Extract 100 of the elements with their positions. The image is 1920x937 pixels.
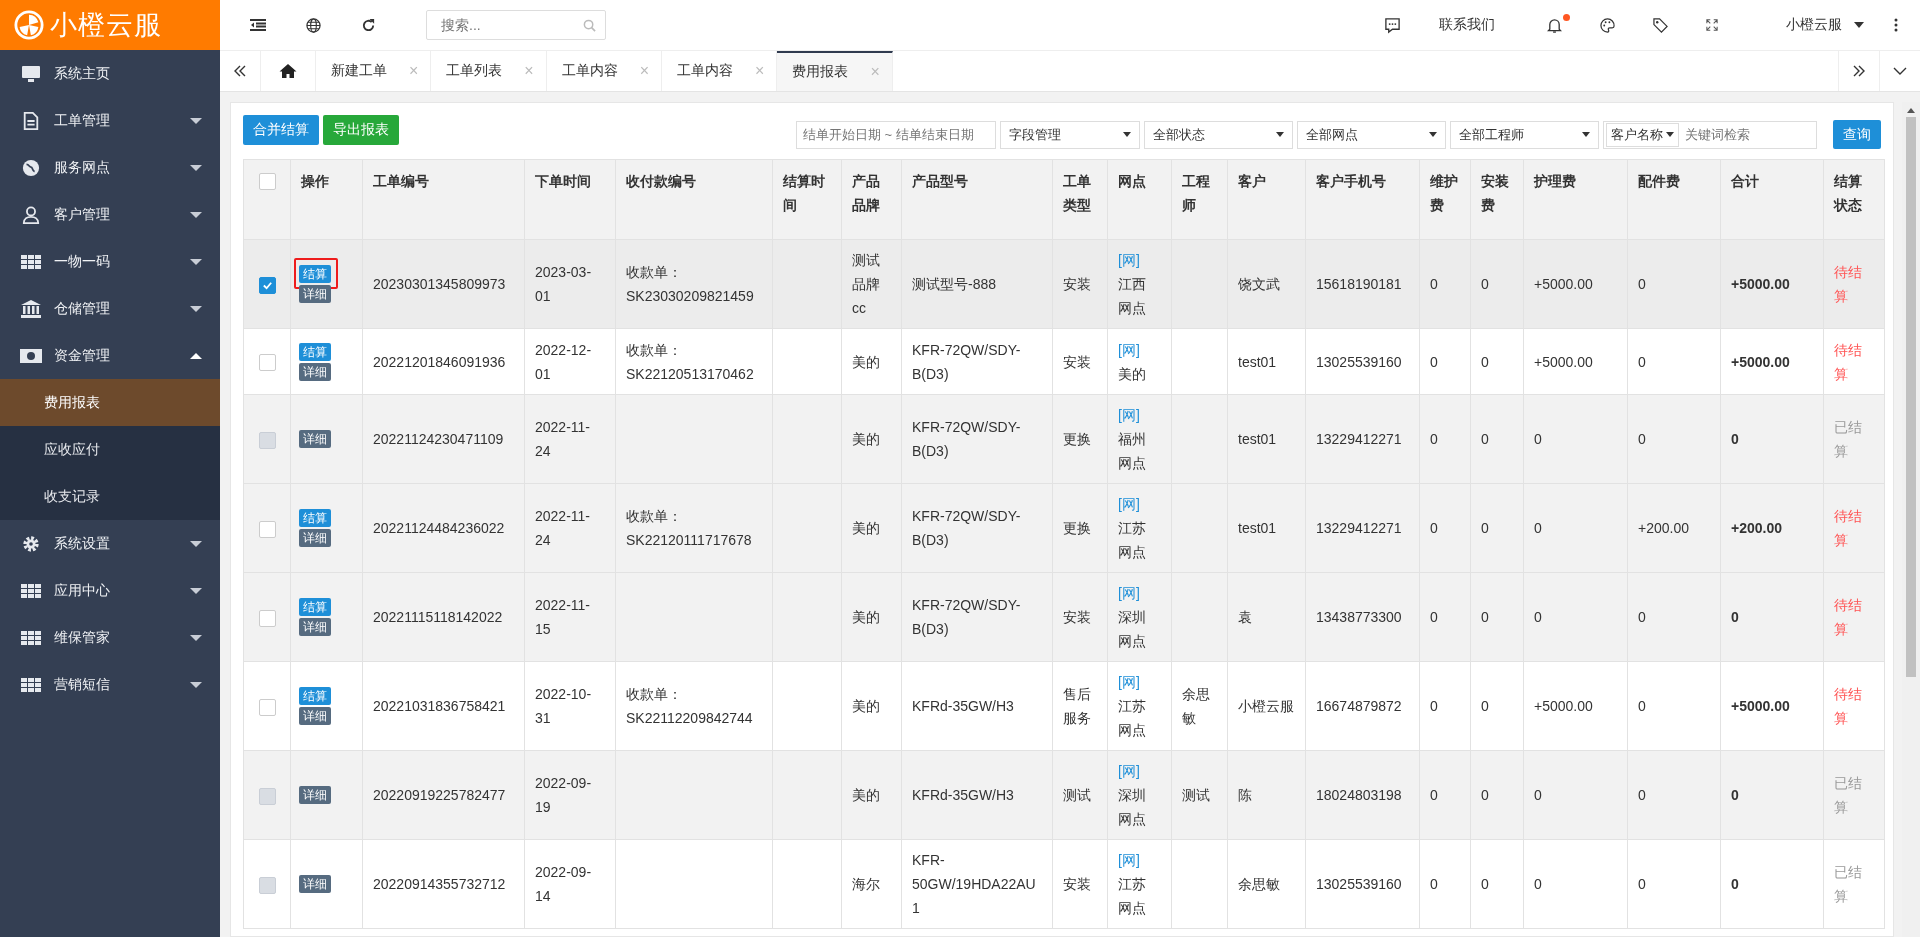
detail-button[interactable]: 详细 [299, 618, 331, 636]
table-cell-text: 美的 [1118, 364, 1147, 384]
filter-select[interactable]: 全部状态 [1144, 120, 1293, 149]
table-cell: 0 [1638, 609, 1646, 625]
select-all-checkbox[interactable] [258, 172, 276, 190]
search-icon[interactable] [583, 19, 596, 32]
table-cell: 收款单：SK22112209842744 [626, 686, 753, 726]
table-cell: KFR-50GW/19HDA22AU1 [912, 852, 1036, 916]
table-cell-text: 福州网点 [1118, 430, 1147, 473]
table-cell: 美的 [852, 698, 880, 714]
sidebar-item[interactable]: 工单管理 [0, 97, 220, 144]
table-cell: 饶文武 [1238, 276, 1280, 292]
chat-icon[interactable] [1384, 16, 1401, 34]
status-text: 待结算 [1834, 263, 1863, 306]
sidebar-item[interactable]: 系统设置 [0, 520, 220, 567]
table-cell: 收款单：SK22120513170462 [626, 341, 754, 382]
settle-button[interactable]: 结算 [299, 342, 331, 361]
sidebar-item[interactable]: 系统主页 [0, 50, 220, 97]
table-cell: 2022-11-24 [535, 419, 590, 459]
search-field[interactable]: 搜索... [426, 10, 606, 40]
money-icon [20, 348, 42, 363]
table-cell: 20221124230471109 [373, 431, 504, 447]
table-cell: 0 [1534, 431, 1542, 447]
row-checkbox[interactable] [258, 698, 276, 716]
menu-fold-icon[interactable] [250, 19, 266, 31]
table-cell: +5000.00 [1731, 276, 1790, 292]
table-cell: 13025539160 [1316, 353, 1402, 370]
settle-button[interactable]: 结算 [299, 265, 331, 283]
network-link[interactable]: [网] [1118, 670, 1161, 694]
sidebar-item[interactable]: 维保管家 [0, 614, 220, 661]
detail-button[interactable]: 详细 [299, 362, 331, 381]
filter-select[interactable]: 字段管理 [1000, 120, 1140, 149]
table-cell: 0 [1638, 876, 1646, 892]
table-cell: 13229412271 [1316, 431, 1402, 447]
tab-label[interactable]: 工单列表 [446, 62, 503, 80]
status-text: 待结算 [1834, 340, 1863, 384]
settle-button[interactable]: 结算 [299, 509, 331, 527]
row-checkbox[interactable] [258, 520, 276, 538]
tab[interactable]: 费用报表 × [777, 51, 893, 91]
user-menu[interactable]: 小橙云服 [1786, 16, 1842, 34]
detail-button[interactable]: 详细 [299, 529, 331, 547]
home-icon [279, 63, 297, 79]
sidebar-subitem[interactable]: 应收应付 [0, 426, 220, 473]
bell-icon[interactable] [1547, 17, 1562, 33]
query-button[interactable]: 查询 [1833, 120, 1881, 149]
date-range-field[interactable]: 结单开始日期 ~ 结单结束日期 [796, 120, 996, 149]
status-text: 待结算 [1834, 507, 1863, 550]
table-cell: 0 [1430, 876, 1438, 892]
row-checkbox[interactable] [258, 276, 276, 294]
table-cell: 陈 [1238, 787, 1252, 803]
contact-link[interactable]: 联系我们 [1439, 16, 1495, 34]
settle-button[interactable]: 结算 [299, 598, 331, 616]
sidebar-item[interactable]: 应用中心 [0, 567, 220, 614]
table-cell: 0 [1481, 609, 1489, 625]
settle-button[interactable]: 结算 [299, 687, 331, 705]
tab[interactable]: 新建工单 × [316, 51, 432, 91]
sidebar-item[interactable]: 营销短信 [0, 661, 220, 708]
sidebar-item[interactable]: 服务网点 [0, 144, 220, 191]
tab-label[interactable]: 工单内容 [677, 62, 734, 80]
sidebar-item[interactable]: 一物一码 [0, 238, 220, 285]
table-cell: 0 [1430, 353, 1438, 370]
column-header: 工单编号 [362, 159, 525, 240]
toolbar-button[interactable]: 合并结算 [243, 115, 319, 145]
status-text: 已结算 [1834, 863, 1863, 906]
sidebar-item[interactable]: 客户管理 [0, 191, 220, 238]
table-cell: 0 [1638, 276, 1646, 292]
table-cell: 20230301345809973 [373, 276, 506, 292]
table-cell: 0 [1481, 276, 1489, 292]
sidebar-item[interactable]: 资金管理 [0, 332, 220, 379]
tab-label[interactable]: 工单内容 [561, 62, 618, 80]
sidebar-item[interactable]: 仓储管理 [0, 285, 220, 332]
customer-search-field[interactable]: 客户名称 关键词检索 [1603, 120, 1817, 149]
table-cell: 小橙云服 [1238, 698, 1294, 714]
table-cell: 0 [1430, 276, 1438, 292]
scroll-up-arrow-icon[interactable] [1907, 108, 1915, 113]
tab[interactable]: 工单内容 × [546, 51, 663, 91]
table-cell: 20220919225782477 [373, 787, 506, 803]
filter-select[interactable]: 全部网点 [1297, 120, 1446, 149]
table-cell: 安装 [1063, 353, 1091, 370]
detail-button[interactable]: 详细 [299, 285, 331, 303]
sidebar-subitem[interactable]: 费用报表 [0, 379, 220, 426]
palette-icon[interactable] [1600, 17, 1615, 33]
tag-icon[interactable] [1653, 17, 1668, 33]
refresh-icon[interactable] [361, 17, 376, 33]
sidebar-subitem[interactable]: 收支记录 [0, 473, 220, 520]
grid-icon [20, 254, 42, 269]
tab[interactable]: 工单列表 × [431, 51, 547, 91]
tab-label[interactable]: 新建工单 [331, 62, 387, 80]
filter-select[interactable]: 全部工程师 [1450, 120, 1599, 149]
column-header: 工单类型 [1052, 159, 1108, 240]
more-icon[interactable] [1894, 18, 1898, 32]
detail-button[interactable]: 详细 [299, 707, 331, 725]
logo-text: 小橙云服 [50, 9, 162, 42]
table-cell: 13438773300 [1316, 609, 1402, 625]
row-checkbox[interactable] [258, 354, 276, 372]
table-cell: 售后服务 [1063, 686, 1091, 726]
fullscreen-icon[interactable] [1706, 19, 1718, 31]
network-link[interactable]: [网] [1118, 337, 1161, 362]
tab-label[interactable]: 费用报表 [792, 63, 849, 81]
row-checkbox[interactable] [258, 609, 276, 627]
